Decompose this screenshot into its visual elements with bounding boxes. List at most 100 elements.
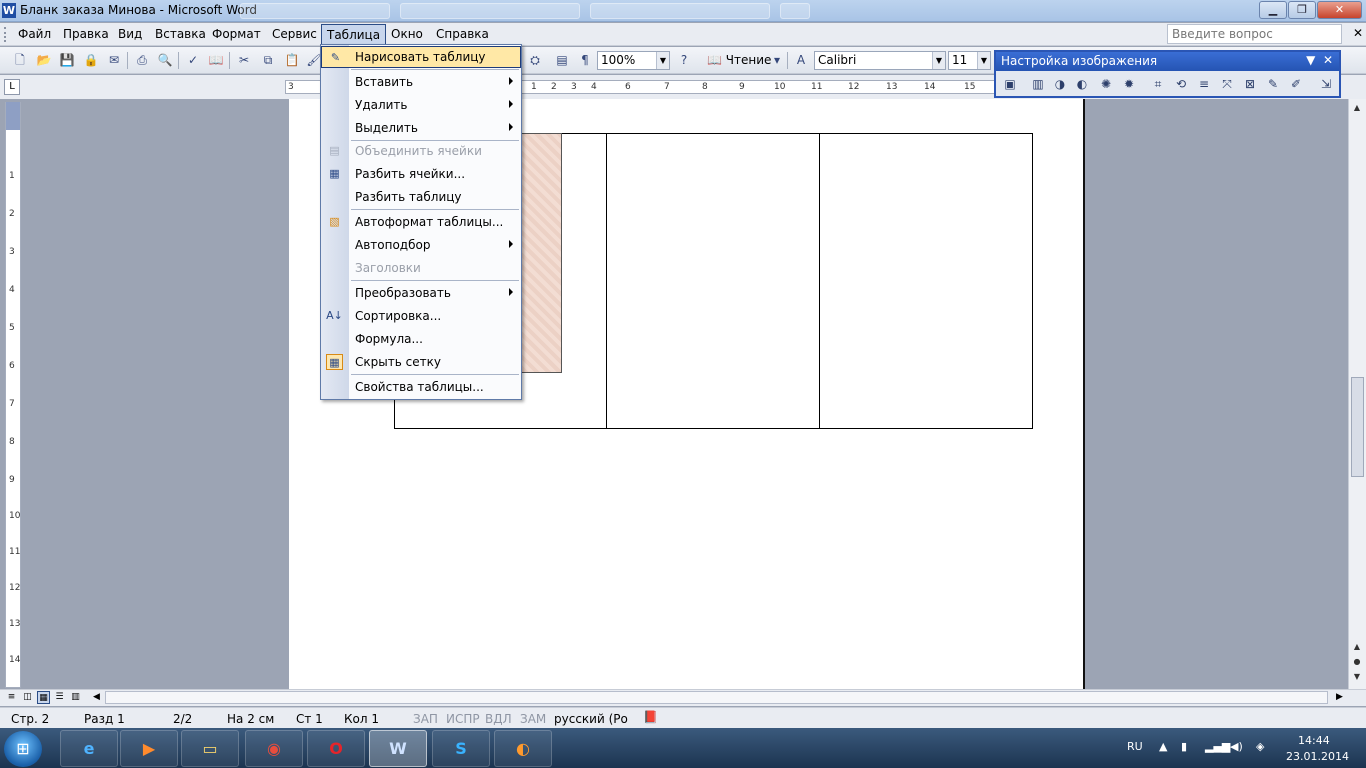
- chevron-down-icon[interactable]: ▼: [977, 52, 990, 69]
- minimize-button[interactable]: ▁: [1259, 1, 1287, 19]
- language-indicator[interactable]: RU: [1127, 740, 1143, 753]
- explorer-folder-icon[interactable]: ▭: [181, 730, 239, 767]
- power-icon[interactable]: ▮: [1181, 740, 1187, 753]
- start-button[interactable]: ⊞: [4, 731, 42, 767]
- menu-sort[interactable]: A↓ Сортировка...: [321, 305, 521, 327]
- format-picture-icon[interactable]: ✎: [1264, 75, 1282, 93]
- menu-help[interactable]: Справка: [436, 27, 489, 41]
- menu-draw-table[interactable]: ✎ Нарисовать таблицу: [321, 46, 521, 68]
- reset-picture-icon[interactable]: ⇲: [1317, 75, 1335, 93]
- chevron-down-icon[interactable]: ▼: [932, 52, 945, 69]
- spelling-icon[interactable]: ✓: [185, 52, 201, 68]
- menu-split-cells[interactable]: ▦ Разбить ячейки...: [321, 163, 521, 185]
- close-button[interactable]: ✕: [1317, 1, 1362, 19]
- scroll-right-icon[interactable]: ▶: [1333, 691, 1346, 704]
- status-language[interactable]: русский (Ро: [554, 712, 628, 726]
- print-preview-icon[interactable]: 🔍: [157, 52, 173, 68]
- menu-table-properties[interactable]: Свойства таблицы...: [321, 376, 521, 398]
- horizontal-scrollbar[interactable]: [105, 691, 1328, 704]
- status-overtype[interactable]: ЗАМ: [520, 712, 546, 726]
- toolbar-options-icon[interactable]: ▼: [1306, 53, 1315, 67]
- menu-select-sub[interactable]: Выделить: [321, 117, 521, 139]
- outline-view-icon[interactable]: ☰: [53, 691, 66, 704]
- set-transparent-color-icon[interactable]: ✐: [1287, 75, 1305, 93]
- new-document-icon[interactable]: 🗋: [12, 52, 28, 68]
- menu-autofit-sub[interactable]: Автоподбор: [321, 234, 521, 256]
- help-icon[interactable]: ?: [676, 52, 692, 68]
- clock-time[interactable]: 14:44: [1298, 734, 1330, 747]
- menu-view[interactable]: Вид: [118, 27, 142, 41]
- menu-hide-gridlines[interactable]: ▦ Скрыть сетку: [321, 351, 521, 373]
- zoom-combo[interactable]: 100% ▼: [597, 51, 670, 70]
- menu-edit[interactable]: Правка: [63, 27, 109, 41]
- show-formatting-icon[interactable]: ¶: [577, 52, 593, 68]
- picture-toolbar[interactable]: Настройка изображения ▼ ✕ ▣ ▥ ◑ ◐ ✺ ✹ ⌗ …: [994, 50, 1341, 98]
- font-combo[interactable]: Calibri ▼: [814, 51, 946, 70]
- menu-format[interactable]: Формат: [212, 27, 261, 41]
- more-brightness-icon[interactable]: ✺: [1097, 75, 1115, 93]
- status-extend[interactable]: ВДЛ: [485, 712, 512, 726]
- skype-icon[interactable]: S: [432, 730, 490, 767]
- normal-view-icon[interactable]: ≡: [5, 691, 18, 704]
- firefox-icon[interactable]: ◐: [494, 730, 552, 767]
- drawing-icon[interactable]: ⛭: [527, 52, 543, 68]
- permission-icon[interactable]: 🔒: [83, 52, 99, 68]
- table-column-border[interactable]: [606, 134, 607, 428]
- open-folder-icon[interactable]: 📂: [36, 52, 52, 68]
- internet-explorer-icon[interactable]: e: [60, 730, 118, 767]
- reading-mode-button[interactable]: 📖 Чтение: [703, 50, 775, 71]
- maximize-button[interactable]: ❐: [1288, 1, 1316, 19]
- copy-icon[interactable]: ⧉: [260, 52, 276, 68]
- rotate-icon[interactable]: ⟲: [1172, 75, 1190, 93]
- word-taskbar-icon[interactable]: W: [369, 730, 427, 767]
- tab-selector[interactable]: L: [4, 79, 20, 95]
- insert-picture-icon[interactable]: ▣: [1001, 75, 1019, 93]
- ask-question-input[interactable]: Введите вопрос: [1167, 24, 1342, 44]
- compress-pictures-icon[interactable]: ⤧: [1218, 75, 1236, 93]
- paste-icon[interactable]: 📋: [284, 52, 300, 68]
- document-map-icon[interactable]: ▤: [554, 52, 570, 68]
- menu-tools[interactable]: Сервис: [272, 27, 317, 41]
- menu-table[interactable]: Таблица: [321, 24, 387, 45]
- research-icon[interactable]: 📖: [208, 52, 224, 68]
- text-wrapping-icon[interactable]: ⊠: [1241, 75, 1259, 93]
- picture-toolbar-caption[interactable]: Настройка изображения: [996, 52, 1339, 71]
- font-size-combo[interactable]: 11 ▼: [948, 51, 991, 70]
- previous-page-icon[interactable]: ▲: [1350, 640, 1364, 654]
- reading-view-icon[interactable]: ▥: [69, 691, 82, 704]
- scroll-left-icon[interactable]: ◀: [90, 691, 103, 704]
- menu-insert-sub[interactable]: Вставить: [321, 71, 521, 93]
- print-icon[interactable]: ⎙: [134, 52, 150, 68]
- vertical-ruler[interactable]: 1 2 3 4 5 6 7 8 9 10 11 12 13 14: [5, 102, 21, 688]
- network-icon[interactable]: ▂▄▆: [1205, 740, 1230, 753]
- scrollbar-thumb[interactable]: [1351, 377, 1364, 477]
- menu-table-autoformat[interactable]: ▧ Автоформат таблицы...: [321, 211, 521, 233]
- dropbox-icon[interactable]: ◈: [1256, 740, 1264, 753]
- menu-split-table[interactable]: Разбить таблицу: [321, 186, 521, 208]
- styles-icon[interactable]: A: [793, 52, 809, 68]
- menu-insert[interactable]: Вставка: [155, 27, 206, 41]
- document-close-icon[interactable]: ✕: [1353, 26, 1363, 40]
- menu-delete-sub[interactable]: Удалить: [321, 94, 521, 116]
- web-view-icon[interactable]: ◫: [21, 691, 34, 704]
- browse-object-icon[interactable]: ●: [1350, 655, 1364, 669]
- chrome-icon[interactable]: ◉: [245, 730, 303, 767]
- color-icon[interactable]: ▥: [1029, 75, 1047, 93]
- volume-icon[interactable]: ◀): [1230, 740, 1243, 753]
- opera-icon[interactable]: O: [307, 730, 365, 767]
- close-icon[interactable]: ✕: [1323, 53, 1333, 67]
- line-style-icon[interactable]: ≡: [1195, 75, 1213, 93]
- status-record[interactable]: ЗАП: [413, 712, 438, 726]
- chevron-down-icon[interactable]: ▼: [656, 52, 669, 69]
- status-track-changes[interactable]: ИСПР: [446, 712, 480, 726]
- crop-icon[interactable]: ⌗: [1149, 75, 1167, 93]
- more-contrast-icon[interactable]: ◑: [1051, 75, 1069, 93]
- table-column-border[interactable]: [819, 134, 820, 428]
- menu-window[interactable]: Окно: [391, 27, 423, 41]
- menubar-grip[interactable]: [4, 27, 8, 42]
- less-brightness-icon[interactable]: ✹: [1120, 75, 1138, 93]
- menu-convert-sub[interactable]: Преобразовать: [321, 282, 521, 304]
- show-hidden-icons-icon[interactable]: ▲: [1159, 740, 1167, 753]
- spelling-status-icon[interactable]: 📕: [643, 710, 658, 724]
- vertical-scrollbar[interactable]: [1348, 99, 1366, 689]
